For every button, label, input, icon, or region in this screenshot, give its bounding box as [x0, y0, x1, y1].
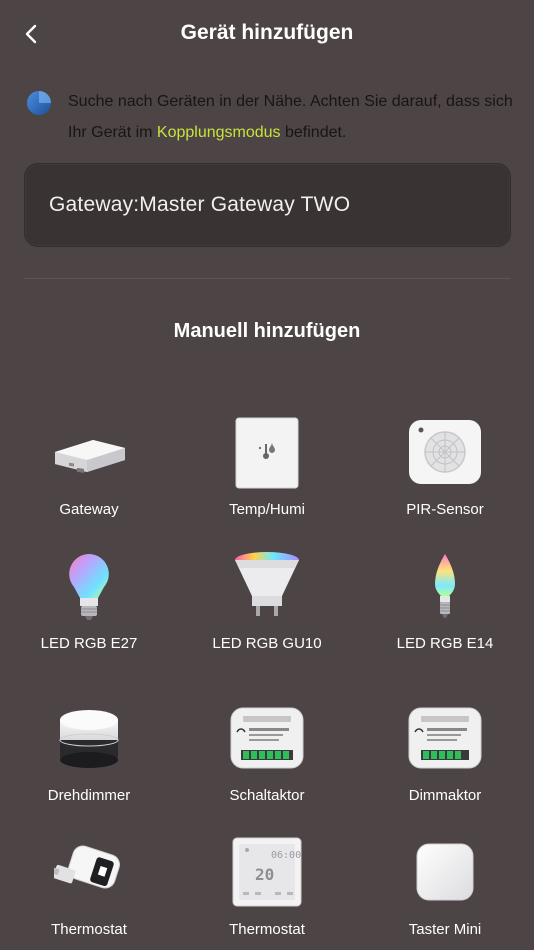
gateway-card-label: Gateway:Master Gateway TWO — [49, 193, 351, 216]
scan-text-after: befindet. — [280, 124, 347, 141]
device-label: Gateway — [59, 501, 119, 518]
device-label: Drehdimmer — [47, 787, 131, 804]
device-label: Taster Mini — [408, 921, 482, 938]
device-thermostat-radiator[interactable]: Thermostat — [0, 832, 178, 938]
device-drehdimmer[interactable]: Drehdimmer — [0, 698, 178, 804]
device-label: LED RGB E14 — [396, 635, 494, 652]
page-title: Gerät hinzufügen — [180, 21, 354, 44]
dimmer-actuator-icon — [408, 707, 482, 769]
gateway-hub-icon — [55, 440, 125, 473]
device-label: PIR-Sensor — [406, 501, 484, 518]
device-label: Temp/Humi — [229, 501, 305, 518]
device-thermostat-wall[interactable]: 06:00 20 Thermostat — [178, 832, 356, 938]
manual-add-title: Manuell hinzufügen — [173, 320, 361, 342]
rotary-dimmer-icon — [59, 710, 119, 768]
device-taster-mini[interactable]: Taster Mini — [356, 832, 534, 938]
device-label: Dimmaktor — [408, 787, 482, 804]
temp-humidity-sensor-icon — [235, 417, 299, 489]
device-grid: Gateway Temp/Humi PIR-Sensor LED RGB E27… — [0, 400, 534, 940]
thermostat-temp: 20 — [255, 865, 274, 884]
device-dimmaktor[interactable]: Dimmaktor — [356, 698, 534, 804]
device-pir-sensor[interactable]: PIR-Sensor — [356, 412, 534, 518]
mini-button-icon — [416, 843, 474, 901]
device-led-rgb-e27[interactable]: LED RGB E27 — [0, 546, 178, 652]
led-candle-e14-icon — [435, 554, 455, 618]
radiator-thermostat-icon — [54, 845, 120, 889]
device-schaltaktor[interactable]: Schaltaktor — [178, 698, 356, 804]
device-label: Schaltaktor — [229, 787, 305, 804]
device-label: LED RGB E27 — [40, 635, 138, 652]
pir-motion-sensor-icon — [409, 420, 481, 484]
device-led-rgb-e14[interactable]: LED RGB E14 — [356, 546, 534, 652]
led-bulb-e27-icon — [69, 554, 109, 620]
device-label: Thermostat — [51, 921, 127, 938]
scan-hint-text: Suche nach Geräten in der Nähe. Achten S… — [68, 86, 518, 148]
divider — [24, 278, 510, 279]
device-gateway[interactable]: Gateway — [0, 412, 178, 518]
header: Gerät hinzufügen — [0, 0, 534, 70]
wall-thermostat-icon: 06:00 20 — [232, 837, 302, 907]
device-led-rgb-gu10[interactable]: LED RGB GU10 — [178, 546, 356, 652]
device-label: LED RGB GU10 — [212, 635, 322, 652]
scanning-spinner-icon — [27, 91, 51, 115]
switch-actuator-icon — [230, 707, 304, 769]
device-temp-humi[interactable]: Temp/Humi — [178, 412, 356, 518]
pairing-mode-link[interactable]: Kopplungsmodus — [157, 124, 281, 141]
thermostat-time: 06:00 — [271, 850, 301, 861]
led-spot-gu10-icon — [235, 552, 299, 616]
found-gateway-card[interactable]: Gateway:Master Gateway TWO — [24, 163, 511, 247]
device-label: Thermostat — [229, 921, 305, 938]
